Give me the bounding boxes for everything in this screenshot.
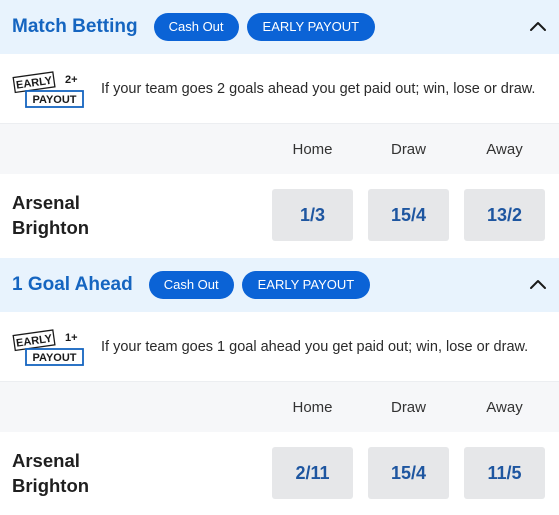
away-team: Brighton	[12, 475, 90, 496]
badge-goals-text: 1+	[65, 332, 78, 344]
column-headers: Home Draw Away	[0, 124, 559, 174]
odds-away-button[interactable]: 11/5	[464, 447, 545, 499]
event-teams[interactable]: Arsenal Brighton	[12, 448, 89, 498]
chevron-up-icon[interactable]	[529, 276, 547, 294]
column-home: Home	[292, 141, 333, 158]
odds-home-button[interactable]: 1/3	[272, 189, 353, 241]
market-match-betting: Match Betting Cash Out EARLY PAYOUT EARL…	[0, 0, 559, 258]
column-headers: Home Draw Away	[0, 382, 559, 432]
badge-goals-text: 2+	[65, 74, 78, 86]
badge-bottom-text: PAYOUT	[32, 352, 76, 364]
badge-bottom-text: PAYOUT	[32, 94, 76, 106]
column-draw: Draw	[390, 141, 426, 158]
early-payout-badge: EARLY PAYOUT	[246, 13, 376, 41]
early-payout-logo: EARLY 2+ PAYOUT	[12, 69, 87, 109]
cash-out-badge: Cash Out	[148, 271, 234, 299]
column-draw: Draw	[390, 399, 426, 416]
odds-away-button[interactable]: 13/2	[464, 189, 545, 241]
chevron-up-icon[interactable]	[529, 18, 547, 36]
odds-draw-button[interactable]: 15/4	[368, 447, 449, 499]
early-payout-badge: EARLY PAYOUT	[241, 271, 371, 299]
cash-out-badge: Cash Out	[153, 13, 239, 41]
event-row: Arsenal Brighton 2/11 15/4 11/5	[0, 432, 559, 515]
event-row: Arsenal Brighton 1/3 15/4 13/2	[0, 174, 559, 258]
early-payout-logo-graphic: EARLY 2+ PAYOUT	[12, 70, 84, 108]
away-team: Brighton	[12, 217, 90, 238]
early-payout-info: EARLY 2+ PAYOUT If your team goes 2 goal…	[0, 54, 559, 124]
home-team: Arsenal	[12, 450, 80, 471]
info-text: If your team goes 2 goals ahead you get …	[101, 80, 536, 97]
market-1-goal-ahead: 1 Goal Ahead Cash Out EARLY PAYOUT EARLY…	[0, 258, 559, 515]
home-team: Arsenal	[12, 192, 80, 213]
early-payout-logo-graphic: EARLY 1+ PAYOUT	[12, 328, 84, 366]
market-title: 1 Goal Ahead	[12, 274, 133, 295]
column-away: Away	[486, 399, 523, 416]
column-away: Away	[486, 141, 523, 158]
market-title: Match Betting	[12, 16, 138, 37]
early-payout-logo: EARLY 1+ PAYOUT	[12, 327, 87, 367]
column-home: Home	[292, 399, 333, 416]
market-header[interactable]: Match Betting Cash Out EARLY PAYOUT	[0, 0, 559, 54]
odds-draw-button[interactable]: 15/4	[368, 189, 449, 241]
market-header[interactable]: 1 Goal Ahead Cash Out EARLY PAYOUT	[0, 258, 559, 312]
early-payout-info: EARLY 1+ PAYOUT If your team goes 1 goal…	[0, 312, 559, 382]
odds-home-button[interactable]: 2/11	[272, 447, 353, 499]
info-text: If your team goes 1 goal ahead you get p…	[101, 338, 529, 355]
event-teams[interactable]: Arsenal Brighton	[12, 190, 89, 240]
